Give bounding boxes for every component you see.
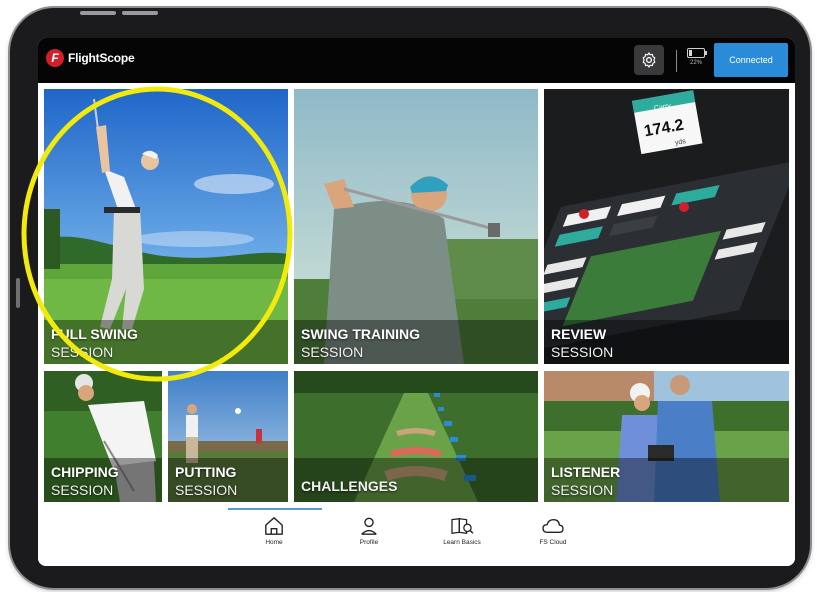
highlight-ellipse: [21, 86, 293, 382]
highlight-annotation: [21, 86, 293, 382]
